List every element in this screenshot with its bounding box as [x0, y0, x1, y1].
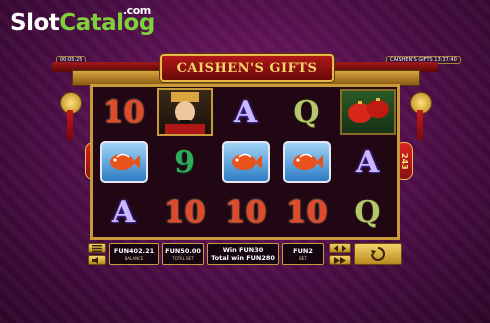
menu-icon — [92, 244, 102, 252]
arrows-icon — [334, 244, 346, 252]
menu-button[interactable] — [88, 243, 106, 253]
symbol-q: Q — [354, 194, 381, 230]
reel-5: A Q — [337, 87, 398, 237]
reels-area: 10 A 9 10 A 10 Q 10 A Q — [90, 84, 400, 240]
symbol-koi — [93, 137, 154, 187]
caishen-god-icon — [164, 92, 205, 134]
fast-forward-icon — [334, 256, 346, 264]
symbol-koi — [215, 137, 276, 187]
bet-panel: FUN2 BET — [282, 243, 324, 265]
sound-button[interactable] — [88, 255, 106, 265]
koi-fish-icon — [292, 153, 323, 170]
symbol-nine: 9 — [174, 144, 195, 180]
koi-fish-icon — [231, 153, 262, 170]
lantern-icon — [347, 98, 389, 123]
symbol-a: A — [355, 144, 380, 180]
symbol-lanterns — [337, 87, 398, 137]
symbol-a: A — [233, 94, 258, 130]
koi-fish-icon — [109, 153, 140, 170]
reel-2: 9 10 — [154, 87, 215, 237]
spin-icon — [371, 247, 385, 261]
left-tassel-icon — [67, 110, 73, 140]
reel-1: 10 A — [93, 87, 154, 237]
symbol-koi — [276, 137, 337, 187]
autoplay-button[interactable] — [329, 255, 351, 265]
right-tassel-icon — [417, 110, 423, 140]
speaker-icon — [92, 256, 98, 264]
win-panel: Win FUN30 Total win FUN280 — [207, 243, 279, 265]
reel-3: A 10 — [215, 87, 276, 237]
game-title: CAISHEN'S GIFTS — [176, 60, 318, 76]
symbol-caishen — [154, 87, 215, 137]
symbol-q: Q — [293, 94, 320, 130]
symbol-ten: 10 — [285, 194, 328, 230]
balance-panel: FUN402.21 BALANCE — [109, 243, 159, 265]
bet-adjust-button[interactable] — [329, 243, 351, 253]
symbol-a: A — [111, 194, 136, 230]
spin-button[interactable] — [354, 243, 402, 265]
symbol-ten: 10 — [224, 194, 267, 230]
slotcatalog-logo: SlotCatalog .com — [10, 4, 155, 36]
symbol-ten: 10 — [163, 194, 206, 230]
reel-4: Q 10 — [276, 87, 337, 237]
game-title-plate: CAISHEN'S GIFTS — [160, 54, 334, 82]
symbol-ten: 10 — [102, 94, 145, 130]
total-bet-panel: FUN50.00 TOTAL BET — [162, 243, 204, 265]
